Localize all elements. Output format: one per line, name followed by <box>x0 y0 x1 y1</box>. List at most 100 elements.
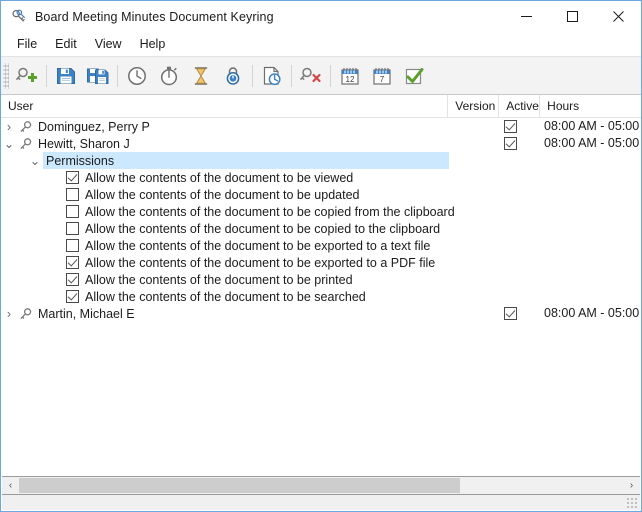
menu-item-help[interactable]: Help <box>131 34 175 54</box>
chevron-right-icon[interactable]: › <box>1 118 17 135</box>
hourglass-icon <box>194 66 208 85</box>
svg-text:7: 7 <box>380 75 385 84</box>
close-button[interactable] <box>595 1 641 32</box>
apply-button[interactable] <box>398 60 430 91</box>
toolbar-grip[interactable] <box>3 62 9 89</box>
user-tree: › Dominguez, Perry P 08:00 AM - 05:00 P … <box>1 118 641 468</box>
calendar-12-icon: 12 <box>341 67 359 85</box>
clock-icon <box>128 66 146 85</box>
resize-grip[interactable] <box>626 497 638 509</box>
stopwatch-button[interactable] <box>153 60 185 91</box>
permission-checkbox[interactable] <box>66 205 79 218</box>
key-icon <box>17 305 35 322</box>
close-icon <box>612 11 624 22</box>
permission-label: Allow the contents of the document to be… <box>85 170 354 185</box>
chevron-down-icon[interactable]: ⌄ <box>27 152 43 169</box>
title-bar: Board Meeting Minutes Document Keyring <box>1 1 641 32</box>
permissions-group-label: Permissions <box>46 153 115 168</box>
menu-item-file[interactable]: File <box>8 34 46 54</box>
toolbar-separator <box>252 64 253 87</box>
user-name: Dominguez, Perry P <box>38 119 150 134</box>
table-row[interactable]: › Martin, Michael E 08:00 AM - 05:00 P <box>1 305 641 322</box>
permission-checkbox[interactable] <box>66 188 79 201</box>
green-check-icon <box>405 67 424 84</box>
toolbar-separator <box>117 64 118 87</box>
clock-button[interactable] <box>121 60 153 91</box>
permission-label: Allow the contents of the document to be… <box>85 289 366 304</box>
lock-button[interactable] <box>217 60 249 91</box>
active-checkbox[interactable] <box>504 307 517 320</box>
key-delete-icon <box>299 67 321 82</box>
save-icon <box>57 67 75 84</box>
table-row[interactable]: ⌄ Hewitt, Sharon J 08:00 AM - 05:00 P <box>1 135 641 152</box>
chevron-right-icon[interactable]: › <box>1 305 17 322</box>
scrollbar-track[interactable] <box>19 478 623 493</box>
active-checkbox[interactable] <box>504 120 517 133</box>
permission-row[interactable]: Allow the contents of the document to be… <box>1 220 641 237</box>
user-name: Martin, Michael E <box>38 306 135 321</box>
window-controls <box>503 1 641 32</box>
permission-checkbox[interactable] <box>66 290 79 303</box>
chevron-down-icon[interactable]: ⌄ <box>1 135 17 152</box>
hours-value: 08:00 AM - 05:00 P <box>544 136 641 150</box>
scroll-left-arrow-icon[interactable]: ‹ <box>2 478 19 493</box>
permission-row[interactable]: Allow the contents of the document to be… <box>1 271 641 288</box>
add-key-button[interactable] <box>11 60 43 91</box>
permission-label: Allow the contents of the document to be… <box>85 187 360 202</box>
maximize-icon <box>566 11 578 22</box>
toolbar-separator <box>291 64 292 87</box>
toolbar-separator <box>46 64 47 87</box>
calendar-7-button[interactable]: 7 <box>366 60 398 91</box>
save-as-button[interactable] <box>82 60 114 91</box>
permission-label: Allow the contents of the document to be… <box>85 272 353 287</box>
keyring-icon <box>8 6 30 28</box>
permission-checkbox[interactable] <box>66 171 79 184</box>
permission-row[interactable]: Allow the contents of the document to be… <box>1 203 641 220</box>
permissions-group-row[interactable]: ⌄ Permissions <box>1 152 641 169</box>
menu-item-view[interactable]: View <box>86 34 131 54</box>
hours-value: 08:00 AM - 05:00 P <box>544 306 641 320</box>
permission-checkbox[interactable] <box>66 222 79 235</box>
permission-row[interactable]: Allow the contents of the document to be… <box>1 254 641 271</box>
hourglass-button[interactable] <box>185 60 217 91</box>
menu-bar: File Edit View Help <box>1 32 641 56</box>
user-name: Hewitt, Sharon J <box>38 136 130 151</box>
column-header: User Version Active Hours <box>1 95 641 118</box>
permission-label: Allow the contents of the document to be… <box>85 238 431 253</box>
column-header-version[interactable]: Version <box>448 95 500 117</box>
active-checkbox[interactable] <box>504 137 517 150</box>
hours-value: 08:00 AM - 05:00 P <box>544 119 641 133</box>
toolbar: 12 7 <box>1 56 641 95</box>
table-row[interactable]: › Dominguez, Perry P 08:00 AM - 05:00 P <box>1 118 641 135</box>
toolbar-separator <box>330 64 331 87</box>
document-history-button[interactable] <box>256 60 288 91</box>
scroll-right-arrow-icon[interactable]: › <box>623 478 640 493</box>
permission-label: Allow the contents of the document to be… <box>85 204 455 219</box>
column-header-hours[interactable]: Hours <box>540 95 641 117</box>
stopwatch-icon <box>160 66 178 85</box>
column-header-active[interactable]: Active <box>499 95 541 117</box>
menu-item-edit[interactable]: Edit <box>46 34 86 54</box>
scrollbar-thumb[interactable] <box>19 478 460 493</box>
permission-row[interactable]: Allow the contents of the document to be… <box>1 186 641 203</box>
document-clock-icon <box>263 66 281 85</box>
calendar-12-button[interactable]: 12 <box>334 60 366 91</box>
horizontal-scrollbar[interactable]: ‹ › <box>2 476 640 495</box>
permission-row[interactable]: Allow the contents of the document to be… <box>1 237 641 254</box>
application-window: Board Meeting Minutes Document Keyring F… <box>0 0 642 512</box>
key-add-icon <box>15 67 37 82</box>
minimize-button[interactable] <box>503 1 549 32</box>
permission-row[interactable]: Allow the contents of the document to be… <box>1 169 641 186</box>
permission-checkbox[interactable] <box>66 256 79 269</box>
maximize-button[interactable] <box>549 1 595 32</box>
permission-checkbox[interactable] <box>66 273 79 286</box>
column-header-user[interactable]: User <box>1 95 449 117</box>
calendar-7-icon: 7 <box>373 67 391 85</box>
delete-key-button[interactable] <box>295 60 327 91</box>
key-icon <box>17 135 35 152</box>
save-as-icon <box>87 68 109 84</box>
save-button[interactable] <box>50 60 82 91</box>
status-bar <box>2 495 640 510</box>
permission-row[interactable]: Allow the contents of the document to be… <box>1 288 641 305</box>
permission-checkbox[interactable] <box>66 239 79 252</box>
